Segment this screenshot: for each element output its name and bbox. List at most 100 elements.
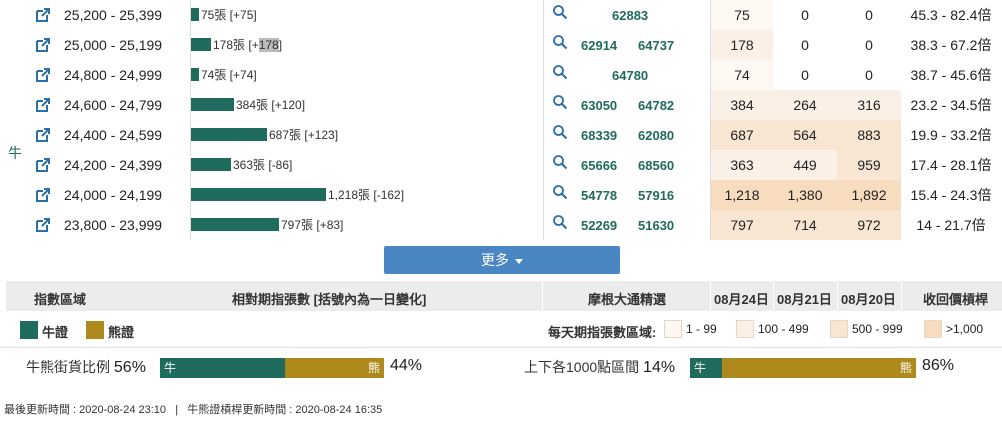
warrant-code-link[interactable]: 62883: [612, 8, 648, 23]
contracts-bar: [191, 98, 234, 111]
table-header: 指數區域 相對期指張數 [括號內為一日變化] 摩根大通精選 08月24日 08月…: [6, 281, 1002, 311]
magnifier-icon[interactable]: [552, 214, 568, 230]
street-bull-segment: 牛: [160, 358, 285, 378]
street-ratio-bar: 牛 熊: [160, 358, 384, 378]
index-range: 24,000 - 24,199: [64, 187, 163, 203]
level-1-label: 1 - 99: [686, 322, 717, 336]
contracts-label: 74張 [+74]: [201, 68, 257, 82]
more-button-label: 更多: [481, 252, 509, 268]
magnifier-icon[interactable]: [552, 154, 568, 170]
contracts-bar: [191, 128, 267, 141]
day-3-cell: 959: [837, 150, 901, 180]
warrant-code-link[interactable]: 64780: [612, 68, 648, 83]
more-button[interactable]: 更多: [384, 246, 620, 274]
level-2-swatch: [736, 320, 754, 338]
last-update-time: 最後更新時間 : 2020-08-24 23:10: [4, 404, 167, 416]
range-ratio-bar: 牛 熊: [690, 358, 916, 378]
external-link-icon[interactable]: [36, 128, 50, 142]
range-ratio-label: 上下各1000點區間 14%: [524, 359, 676, 376]
warrant-code-link[interactable]: 64782: [638, 98, 674, 113]
day-1-cell: 74: [711, 60, 773, 90]
contracts-label: 797張 [+83]: [281, 218, 344, 232]
warrant-code-link[interactable]: 65666: [581, 158, 617, 173]
table-row: 23,800 - 23,999 797張 [+83] 52269 51630 797 71…: [0, 210, 1002, 240]
table-row: 25,200 - 25,399 75張 [+75] 62883 75 0 0 45.3 - …: [0, 0, 1002, 30]
warrant-code-link[interactable]: 54778: [581, 188, 617, 203]
contracts-bar: [191, 68, 199, 81]
contracts-bar: [191, 218, 279, 231]
contracts-label: 178張 [+178]: [213, 38, 283, 52]
level-2-label: 100 - 499: [758, 322, 809, 336]
index-range: 24,600 - 24,799: [64, 97, 163, 113]
contracts-bar: [191, 158, 231, 171]
warrant-code-link[interactable]: 52269: [581, 218, 617, 233]
day-2-cell: 714: [773, 210, 837, 240]
day-3-cell: 972: [837, 210, 901, 240]
index-range: 24,400 - 24,599: [64, 127, 163, 143]
level-4-label: >1,000: [946, 322, 984, 336]
bull-swatch: [20, 321, 38, 339]
day-2-cell: 264: [773, 90, 837, 120]
day-1-cell: 797: [711, 210, 773, 240]
warrant-code-link[interactable]: 64737: [638, 38, 674, 53]
external-link-icon[interactable]: [36, 8, 50, 22]
level-4-swatch: [924, 320, 942, 338]
legend: 牛證 熊證 每天期指張數區域: 1 - 99 100 - 499 500 - 9…: [0, 312, 1002, 348]
header-date-2: 08月21日: [777, 292, 832, 307]
magnifier-icon[interactable]: [552, 94, 568, 110]
day-2-cell: 449: [773, 150, 837, 180]
index-range: 24,200 - 24,399: [64, 157, 163, 173]
street-bear-segment: 熊: [285, 358, 384, 378]
footer-separator: |: [175, 404, 179, 416]
table-row: 24,000 - 24,199 1,218張 [-162] 54778 57916 1,…: [0, 180, 1002, 210]
leverage-range: 17.4 - 28.1倍: [910, 157, 992, 173]
leverage-range: 23.2 - 34.5倍: [910, 97, 992, 113]
external-link-icon[interactable]: [36, 98, 50, 112]
day-1-cell: 178: [711, 30, 773, 60]
magnifier-icon[interactable]: [552, 64, 568, 80]
street-bear-pct: 44%: [390, 357, 423, 374]
index-range: 23,800 - 23,999: [64, 217, 163, 233]
external-link-icon[interactable]: [36, 158, 50, 172]
warrant-code-link[interactable]: 63050: [581, 98, 617, 113]
table-row: 25,000 - 25,199 178張 [+178] 62914 64737 178 0…: [0, 30, 1002, 60]
level-1-swatch: [664, 320, 682, 338]
warrant-code-link[interactable]: 62914: [581, 38, 617, 53]
magnifier-icon[interactable]: [552, 184, 568, 200]
day-1-cell: 1,218: [711, 180, 773, 210]
warrant-code-link[interactable]: 57916: [638, 188, 674, 203]
header-divider: [837, 281, 838, 311]
magnifier-icon[interactable]: [552, 34, 568, 50]
leverage-range: 15.4 - 24.3倍: [910, 187, 992, 203]
warrant-code-link[interactable]: 68560: [638, 158, 674, 173]
leverage-update-time: 牛熊證槓桿更新時間 : 2020-08-24 16:35: [187, 404, 383, 416]
table-row: 24,400 - 24,599 687張 [+123] 68339 62080 687 5…: [0, 120, 1002, 150]
day-1-cell: 384: [711, 90, 773, 120]
external-link-icon[interactable]: [36, 38, 50, 52]
contracts-bar: [191, 8, 199, 21]
index-range: 24,800 - 24,999: [64, 67, 163, 83]
external-link-icon[interactable]: [36, 188, 50, 202]
header-zone: 指數區域: [34, 292, 87, 307]
header-divider: [710, 281, 711, 311]
leverage-range: 38.7 - 45.6倍: [910, 67, 992, 83]
external-link-icon[interactable]: [36, 218, 50, 232]
warrant-code-link[interactable]: 51630: [638, 218, 674, 233]
magnifier-icon[interactable]: [552, 4, 568, 20]
bear-swatch: [86, 321, 104, 339]
street-ratio-label: 牛熊街貨比例 56%: [26, 359, 146, 376]
contracts-bar: [191, 188, 326, 201]
index-range: 25,000 - 25,199: [64, 37, 163, 53]
header-divider: [773, 281, 774, 311]
external-link-icon[interactable]: [36, 68, 50, 82]
header-multiple: 收回價槓桿: [923, 292, 989, 307]
header-relative: 相對期指張數 [括號內為一日變化]: [232, 292, 427, 307]
warrant-code-link[interactable]: 68339: [581, 128, 617, 143]
day-3-cell: 0: [865, 7, 873, 23]
magnifier-icon[interactable]: [552, 124, 568, 140]
day-2-cell: 0: [801, 7, 809, 23]
day-2-cell: 0: [801, 37, 809, 53]
warrant-code-link[interactable]: 62080: [638, 128, 674, 143]
table-row: 24,600 - 24,799 384張 [+120] 63050 64782 384 2…: [0, 90, 1002, 120]
contracts-label: 1,218張 [-162]: [328, 188, 405, 202]
